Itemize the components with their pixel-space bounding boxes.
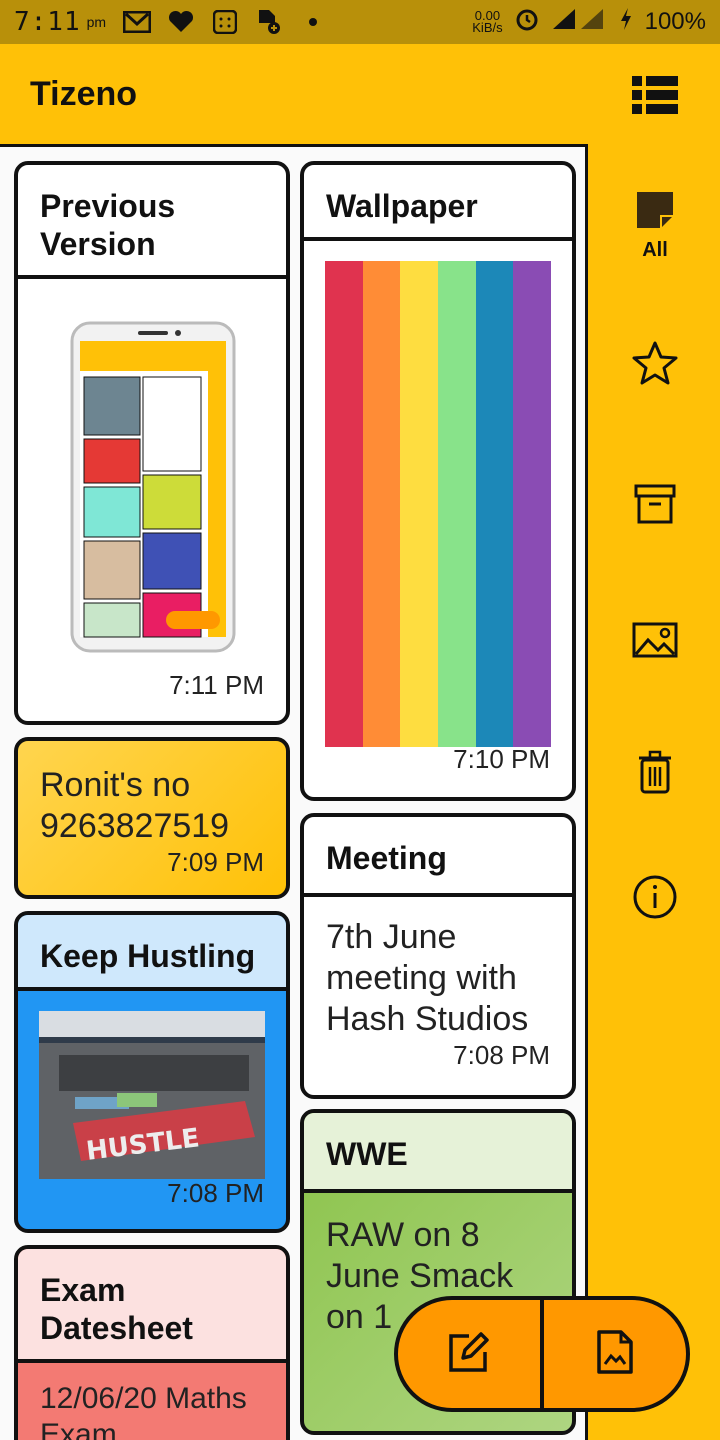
sidebar-item-all[interactable]: All [590, 190, 720, 262]
note-card-ronit[interactable]: Ronit's no 9263827519 7:09 PM [14, 737, 290, 899]
battery-level: 100% [644, 8, 706, 35]
note-card-meeting[interactable]: Meeting 7th June meeting with Hash Studi… [300, 813, 576, 1099]
clock: 7:11 [14, 7, 81, 37]
star-icon [631, 340, 679, 391]
sidebar-item-info[interactable] [590, 874, 720, 925]
list-view-icon[interactable] [632, 76, 678, 114]
signal-icon [551, 7, 607, 38]
note-body: 12/06/20 Maths Exam [40, 1382, 247, 1440]
new-image-note-button[interactable] [544, 1300, 686, 1408]
note-body: 7th June meeting with Hash Studios [326, 918, 529, 1038]
note-time: 7:08 PM [453, 1040, 550, 1070]
note-title: Wallpaper [304, 165, 572, 241]
image-icon [632, 622, 678, 663]
archive-icon [634, 484, 676, 529]
note-card-wallpaper[interactable]: Wallpaper 7:10 PM [300, 161, 576, 801]
net-speed: 0.00 KiB/s [472, 8, 503, 35]
note-icon [635, 190, 675, 235]
battery-charging-icon [619, 7, 633, 38]
new-note-button[interactable] [398, 1300, 540, 1408]
edit-icon [447, 1330, 491, 1379]
note-card-keep-hustling[interactable]: Keep Hustling HUSTLE 7:08 PM [14, 911, 290, 1233]
note-time: 7:11 PM [169, 670, 264, 700]
note-time: 7:09 PM [167, 847, 264, 877]
sidebar-item-trash[interactable] [590, 750, 720, 799]
note-card-previous-version[interactable]: Previous Version 7:11 PM [14, 161, 290, 725]
app-bar: Tizeno [0, 44, 720, 144]
notes-grid: Previous Version 7:11 PM Wallpaper 7:10 … [0, 144, 588, 1440]
trash-icon [638, 750, 672, 799]
sidebar-item-archive[interactable] [590, 484, 720, 529]
note-title: Meeting [304, 817, 572, 897]
note-time: 7:10 PM [453, 744, 550, 774]
sidebar-item-starred[interactable] [590, 340, 720, 391]
sidebar: All [590, 144, 720, 1440]
note-card-exam-datesheet[interactable]: Exam Datesheet 12/06/20 Maths Exam [14, 1245, 290, 1440]
gmail-icon [122, 10, 152, 34]
app-title: Tizeno [30, 74, 138, 113]
heart-icon [166, 10, 196, 34]
note-title: Previous Version [18, 165, 286, 279]
sidebar-item-label: All [642, 239, 668, 261]
hustle-photo: HUSTLE [39, 1011, 265, 1179]
note-body: Ronit's no 9263827519 [40, 766, 230, 845]
note-time: 7:08 PM [167, 1178, 264, 1208]
sidebar-item-images[interactable] [590, 622, 720, 663]
info-icon [632, 874, 678, 925]
dot-icon [298, 10, 328, 34]
calculator-icon [210, 10, 240, 34]
note-title: Exam Datesheet [18, 1249, 286, 1363]
image-file-icon [597, 1329, 633, 1379]
rainbow-wallpaper-image [325, 261, 552, 747]
file-add-icon [254, 10, 284, 34]
status-bar: 7:11 pm 0.00 KiB/s 100% [0, 0, 720, 44]
clock-ampm: pm [86, 14, 107, 30]
create-fab-group [394, 1296, 690, 1412]
phone-screenshot-image [68, 319, 238, 655]
alarm-icon [515, 7, 539, 38]
note-title: Keep Hustling [18, 915, 286, 991]
note-title: WWE [304, 1113, 572, 1193]
